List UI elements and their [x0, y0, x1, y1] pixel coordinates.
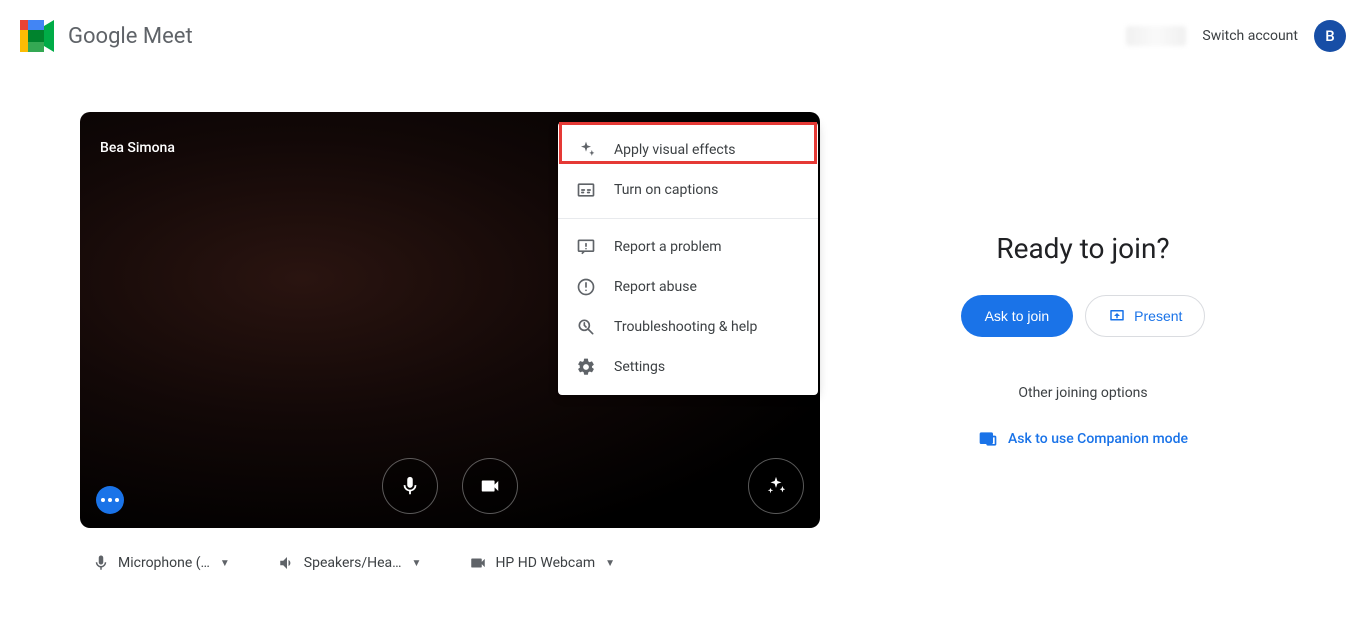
sparkle-icon — [765, 475, 787, 497]
join-buttons: Ask to join Present — [961, 295, 1206, 337]
menu-apply-visual-effects[interactable]: Apply visual effects — [558, 130, 818, 170]
companion-icon — [978, 429, 998, 449]
chevron-down-icon: ▼ — [605, 558, 615, 569]
captions-icon — [576, 180, 596, 200]
present-label: Present — [1134, 308, 1182, 324]
camera-toggle-button[interactable] — [462, 458, 518, 514]
companion-label: Ask to use Companion mode — [1008, 431, 1188, 447]
camera-icon — [469, 554, 487, 572]
mic-toggle-button[interactable] — [382, 458, 438, 514]
center-controls — [382, 458, 518, 514]
avatar[interactable]: B — [1314, 20, 1346, 52]
menu-settings[interactable]: Settings — [558, 347, 818, 387]
camera-icon — [479, 475, 501, 497]
mic-label: Microphone (… — [118, 555, 210, 571]
speaker-label: Speakers/Hea… — [304, 555, 402, 571]
present-button[interactable]: Present — [1085, 295, 1205, 337]
mic-selector[interactable]: Microphone (… ▼ — [92, 554, 230, 572]
more-options-button[interactable] — [96, 486, 124, 514]
menu-label: Settings — [614, 359, 665, 375]
options-menu: Apply visual effects Turn on captions Re… — [558, 122, 818, 395]
menu-label: Turn on captions — [614, 182, 718, 198]
header-left: Google Meet — [20, 20, 193, 52]
feedback-icon — [576, 237, 596, 257]
speaker-icon — [278, 554, 296, 572]
menu-label: Apply visual effects — [614, 142, 736, 158]
more-icon — [101, 498, 119, 502]
redacted-email — [1126, 26, 1186, 46]
switch-account-link[interactable]: Switch account — [1202, 28, 1298, 44]
device-row: Microphone (… ▼ Speakers/Hea… ▼ HP HD We… — [80, 554, 820, 572]
troubleshoot-icon — [576, 317, 596, 337]
menu-divider — [558, 218, 818, 219]
present-icon — [1108, 307, 1126, 325]
menu-report-abuse[interactable]: Report abuse — [558, 267, 818, 307]
app-header: Google Meet Switch account B — [0, 0, 1366, 72]
mic-icon — [399, 475, 421, 497]
menu-turn-on-captions[interactable]: Turn on captions — [558, 170, 818, 210]
sparkle-icon — [576, 140, 596, 160]
other-joining-label: Other joining options — [1018, 385, 1147, 401]
menu-label: Report abuse — [614, 279, 697, 295]
speaker-selector[interactable]: Speakers/Hea… ▼ — [278, 554, 422, 572]
companion-mode-link[interactable]: Ask to use Companion mode — [978, 429, 1188, 449]
join-title: Ready to join? — [996, 232, 1169, 265]
mic-icon — [92, 554, 110, 572]
chevron-down-icon: ▼ — [220, 558, 230, 569]
ask-to-join-button[interactable]: Ask to join — [961, 295, 1074, 337]
menu-label: Report a problem — [614, 239, 722, 255]
visual-effects-button[interactable] — [748, 458, 804, 514]
camera-label: HP HD Webcam — [495, 555, 595, 571]
header-right: Switch account B — [1126, 20, 1346, 52]
chevron-down-icon: ▼ — [412, 558, 422, 569]
menu-troubleshooting[interactable]: Troubleshooting & help — [558, 307, 818, 347]
gear-icon — [576, 357, 596, 377]
warning-icon — [576, 277, 596, 297]
google-meet-logo-icon — [20, 20, 60, 52]
camera-selector[interactable]: HP HD Webcam ▼ — [469, 554, 615, 572]
join-column: Ready to join? Ask to join Present Other… — [880, 112, 1286, 572]
participant-name-label: Bea Simona — [100, 140, 175, 156]
product-name: Google Meet — [68, 24, 193, 49]
menu-report-problem[interactable]: Report a problem — [558, 227, 818, 267]
menu-label: Troubleshooting & help — [614, 319, 757, 335]
